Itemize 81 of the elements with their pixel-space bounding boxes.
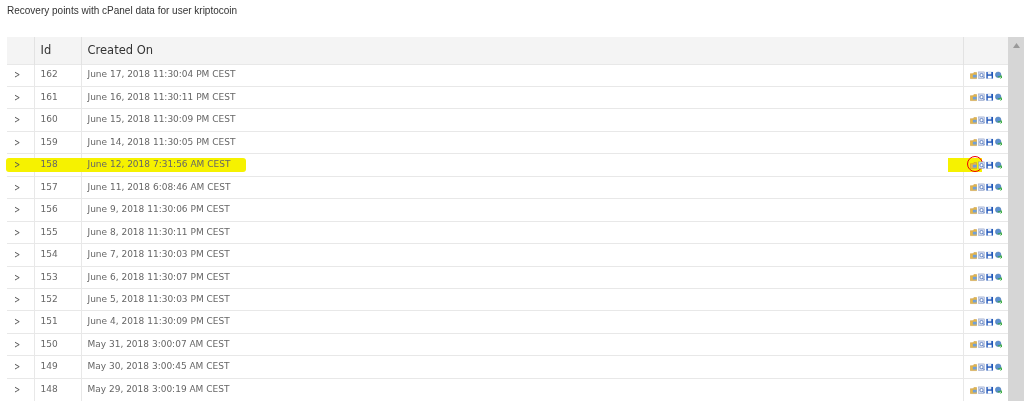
- globe-icon[interactable]: [994, 204, 1002, 216]
- expand-toggle[interactable]: >: [14, 134, 21, 150]
- expand-toggle[interactable]: >: [14, 269, 21, 285]
- folder-icon[interactable]: [969, 272, 977, 283]
- id-cell: 149: [40, 361, 58, 372]
- folder-icon[interactable]: [969, 69, 977, 81]
- id-cell: 158: [40, 159, 58, 170]
- expand-toggle[interactable]: >: [14, 67, 21, 83]
- globe-icon[interactable]: [994, 361, 1002, 373]
- folder-icon[interactable]: [969, 114, 977, 126]
- date-cell: June 12, 2018 7:31:56 AM CEST: [87, 159, 231, 170]
- globe-icon[interactable]: [994, 92, 1002, 103]
- column-header[interactable]: Id: [34, 37, 81, 64]
- expand-toggle[interactable]: >: [14, 314, 21, 330]
- id-cell: 148: [40, 384, 58, 395]
- magnifier-document-icon[interactable]: [977, 159, 986, 171]
- date-cell: June 5, 2018 11:30:03 PM CEST: [87, 294, 230, 304]
- date-cell: June 6, 2018 11:30:07 PM CEST: [87, 271, 230, 282]
- id-cell: 162: [40, 69, 58, 80]
- expand-toggle[interactable]: >: [14, 292, 21, 307]
- expand-toggle[interactable]: >: [14, 157, 21, 173]
- folder-icon[interactable]: [969, 316, 977, 328]
- date-cell: May 30, 2018 3:00:45 AM CEST: [87, 361, 230, 372]
- folder-icon[interactable]: [969, 361, 977, 373]
- expand-toggle[interactable]: >: [14, 247, 21, 263]
- globe-icon[interactable]: [994, 114, 1002, 126]
- expand-toggle[interactable]: >: [14, 359, 21, 375]
- globe-icon[interactable]: [994, 137, 1002, 148]
- globe-icon[interactable]: [994, 69, 1002, 81]
- date-cell: May 29, 2018 3:00:19 AM CEST: [87, 384, 230, 395]
- expand-toggle[interactable]: >: [14, 112, 21, 128]
- column-header[interactable]: Created On: [81, 37, 963, 64]
- folder-icon[interactable]: [969, 92, 977, 103]
- id-cell: 157: [40, 181, 58, 192]
- globe-icon[interactable]: [994, 227, 1002, 238]
- page-title: Recovery points with cPanel data for user kriptocoin: [6, 4, 239, 18]
- id-cell: 155: [40, 226, 58, 237]
- folder-icon[interactable]: [969, 182, 977, 193]
- globe-icon[interactable]: [994, 294, 1002, 305]
- globe-icon[interactable]: [994, 249, 1002, 261]
- expand-toggle[interactable]: >: [14, 336, 21, 352]
- expand-toggle[interactable]: >: [14, 382, 21, 398]
- expand-toggle[interactable]: >: [14, 179, 21, 195]
- date-cell: June 14, 2018 11:30:05 PM CEST: [87, 136, 236, 147]
- date-cell: June 8, 2018 11:30:11 PM CEST: [87, 226, 230, 237]
- scroll-up-icon[interactable]: [1012, 43, 1020, 48]
- date-cell: June 15, 2018 11:30:09 PM CEST: [87, 114, 236, 125]
- id-cell: 153: [40, 271, 58, 282]
- globe-icon[interactable]: [994, 384, 1002, 396]
- globe-icon[interactable]: [994, 159, 1002, 171]
- expand-toggle[interactable]: >: [14, 89, 21, 105]
- folder-icon[interactable]: [969, 137, 977, 148]
- expand-toggle[interactable]: >: [14, 202, 21, 218]
- date-cell: June 17, 2018 11:30:04 PM CEST: [87, 69, 236, 80]
- id-cell: 161: [40, 91, 58, 102]
- folder-icon[interactable]: [969, 384, 977, 396]
- date-cell: June 4, 2018 11:30:09 PM CEST: [87, 316, 230, 327]
- expand-toggle[interactable]: >: [14, 224, 21, 240]
- id-cell: 151: [40, 316, 58, 327]
- id-cell: 159: [40, 136, 58, 147]
- id-cell: 160: [40, 114, 58, 125]
- globe-icon[interactable]: [994, 316, 1002, 328]
- date-cell: May 31, 2018 3:00:07 AM CEST: [87, 338, 230, 349]
- folder-icon[interactable]: [969, 227, 977, 238]
- id-cell: 154: [40, 249, 58, 260]
- id-cell: 156: [40, 204, 58, 215]
- globe-icon[interactable]: [994, 182, 1002, 193]
- id-cell: 152: [40, 294, 58, 304]
- folder-icon[interactable]: [969, 159, 977, 171]
- folder-icon[interactable]: [969, 204, 977, 216]
- folder-icon[interactable]: [969, 294, 977, 305]
- date-cell: June 16, 2018 11:30:11 PM CEST: [87, 91, 236, 102]
- scrollbar[interactable]: [1008, 37, 1024, 401]
- folder-icon[interactable]: [969, 249, 977, 261]
- folder-icon[interactable]: [969, 339, 977, 350]
- globe-icon[interactable]: [994, 339, 1002, 350]
- date-cell: June 11, 2018 6:08:46 AM CEST: [87, 181, 231, 192]
- date-cell: June 7, 2018 11:30:03 PM CEST: [87, 249, 230, 260]
- id-cell: 150: [40, 338, 58, 349]
- date-cell: June 9, 2018 11:30:06 PM CEST: [87, 204, 230, 215]
- globe-icon[interactable]: [994, 272, 1002, 283]
